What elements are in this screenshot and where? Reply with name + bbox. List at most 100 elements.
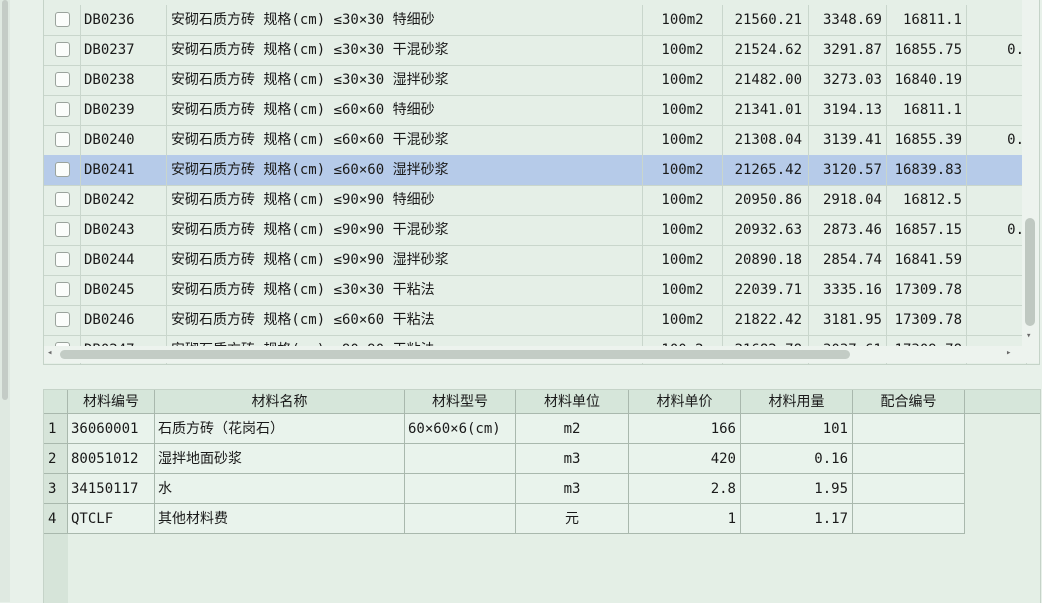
checkbox[interactable] (55, 282, 70, 297)
mix-code[interactable] (853, 414, 965, 444)
quota-machine-cost (967, 185, 1027, 215)
row-checkbox-cell[interactable] (44, 95, 81, 125)
checkbox[interactable] (55, 312, 70, 327)
material-quantity[interactable]: 0.16 (741, 444, 853, 474)
row-checkbox-cell[interactable] (44, 185, 81, 215)
quota-code: DB0246 (81, 305, 167, 335)
material-price[interactable]: 166 (629, 414, 741, 444)
quota-name: 安砌石质方砖 规格(cm) ≤30×30 特细砂 (167, 5, 643, 35)
quota-row[interactable]: DB0244 安砌石质方砖 规格(cm) ≤90×90 湿拌砂浆 100m2 2… (44, 245, 1027, 276)
row-checkbox-cell[interactable] (44, 155, 81, 185)
quota-base-price: 21308.04 (723, 125, 809, 155)
material-name[interactable]: 石质方砖（花岗石） (155, 414, 405, 444)
horizontal-scrollbar[interactable]: ◂ ▸ (44, 346, 1022, 363)
quota-material-cost: 16840.19 (887, 65, 967, 95)
quota-name: 安砌石质方砖 规格(cm) ≤90×90 特细砂 (167, 185, 643, 215)
material-name[interactable]: 湿拌地面砂浆 (155, 444, 405, 474)
header-material-code[interactable]: 材料编号 (68, 390, 155, 414)
material-unit[interactable]: 元 (516, 504, 629, 534)
header-material-unit[interactable]: 材料单位 (516, 390, 629, 414)
horizontal-scroll-thumb[interactable] (60, 350, 850, 359)
row-index: 3 (44, 474, 68, 504)
checkbox[interactable] (55, 222, 70, 237)
material-grid: 材料编号 材料名称 材料型号 材料单位 材料单价 材料用量 配合编号 1 360… (43, 389, 1041, 603)
quota-base-price: 21560.21 (723, 5, 809, 35)
material-price[interactable]: 1 (629, 504, 741, 534)
quota-unit: 100m2 (643, 5, 723, 35)
quota-grid: DB0236 安砌石质方砖 规格(cm) ≤30×30 特细砂 100m2 21… (43, 0, 1040, 365)
material-quantity[interactable]: 1.95 (741, 474, 853, 504)
material-code[interactable]: 34150117 (68, 474, 155, 504)
material-unit[interactable]: m3 (516, 444, 629, 474)
quota-row[interactable]: DB0239 安砌石质方砖 规格(cm) ≤60×60 特细砂 100m2 21… (44, 95, 1027, 126)
quota-row[interactable]: DB0242 安砌石质方砖 规格(cm) ≤90×90 特细砂 100m2 20… (44, 185, 1027, 216)
material-model[interactable] (405, 504, 516, 534)
mix-code[interactable] (853, 504, 965, 534)
quota-machine-cost (967, 305, 1027, 335)
material-name[interactable]: 其他材料费 (155, 504, 405, 534)
left-scroll-thumb[interactable] (2, 0, 8, 400)
header-mix-code[interactable]: 配合编号 (853, 390, 965, 414)
checkbox[interactable] (55, 102, 70, 117)
row-checkbox-cell[interactable] (44, 305, 81, 335)
material-name[interactable]: 水 (155, 474, 405, 504)
quota-row[interactable]: DB0245 安砌石质方砖 规格(cm) ≤30×30 干粘法 100m2 22… (44, 275, 1027, 306)
mix-code[interactable] (853, 474, 965, 504)
quota-unit: 100m2 (643, 95, 723, 125)
row-checkbox-cell[interactable] (44, 215, 81, 245)
material-code[interactable]: 80051012 (68, 444, 155, 474)
mix-code[interactable] (853, 444, 965, 474)
row-checkbox-cell[interactable] (44, 275, 81, 305)
scroll-left-arrow-icon[interactable]: ◂ (47, 348, 52, 358)
header-material-model[interactable]: 材料型号 (405, 390, 516, 414)
material-unit[interactable]: m3 (516, 474, 629, 504)
checkbox[interactable] (55, 252, 70, 267)
checkbox[interactable] (55, 162, 70, 177)
header-material-name[interactable]: 材料名称 (155, 390, 405, 414)
left-scroll-rail[interactable] (0, 0, 10, 602)
row-checkbox-cell[interactable] (44, 245, 81, 275)
checkbox[interactable] (55, 42, 70, 57)
material-price[interactable]: 2.8 (629, 474, 741, 504)
scroll-down-arrow-icon[interactable]: ▾ (1026, 331, 1031, 341)
checkbox[interactable] (55, 72, 70, 87)
quota-row[interactable]: DB0236 安砌石质方砖 规格(cm) ≤30×30 特细砂 100m2 21… (44, 5, 1027, 36)
row-checkbox-cell[interactable] (44, 35, 81, 65)
quota-code: DB0242 (81, 185, 167, 215)
checkbox[interactable] (55, 132, 70, 147)
quota-labor-cost: 3348.69 (809, 5, 887, 35)
material-unit[interactable]: m2 (516, 414, 629, 444)
quota-row[interactable]: DB0246 安砌石质方砖 规格(cm) ≤60×60 干粘法 100m2 21… (44, 305, 1027, 336)
material-quantity[interactable]: 1.17 (741, 504, 853, 534)
quota-unit: 100m2 (643, 215, 723, 245)
checkbox[interactable] (55, 12, 70, 27)
header-material-quantity[interactable]: 材料用量 (741, 390, 853, 414)
material-code[interactable]: 36060001 (68, 414, 155, 444)
material-model[interactable]: 60×60×6(cm) (405, 414, 516, 444)
quota-labor-cost: 3273.03 (809, 65, 887, 95)
checkbox[interactable] (55, 192, 70, 207)
material-code[interactable]: QTCLF (68, 504, 155, 534)
quota-row[interactable]: DB0243 安砌石质方砖 规格(cm) ≤90×90 干混砂浆 100m2 2… (44, 215, 1027, 246)
row-checkbox-cell[interactable] (44, 5, 81, 35)
material-quantity[interactable]: 101 (741, 414, 853, 444)
quota-base-price: 21822.42 (723, 305, 809, 335)
vertical-scrollbar[interactable]: ▾ (1022, 0, 1039, 346)
material-price[interactable]: 420 (629, 444, 741, 474)
quota-material-cost: 16855.75 (887, 35, 967, 65)
vertical-scroll-thumb[interactable] (1025, 218, 1035, 326)
quota-material-cost: 16839.83 (887, 155, 967, 185)
quota-material-cost: 16855.39 (887, 125, 967, 155)
quota-base-price: 21341.01 (723, 95, 809, 125)
material-model[interactable] (405, 474, 516, 504)
scroll-right-arrow-icon[interactable]: ▸ (1006, 348, 1011, 358)
header-material-price[interactable]: 材料单价 (629, 390, 741, 414)
row-checkbox-cell[interactable] (44, 65, 81, 95)
quota-labor-cost: 3335.16 (809, 275, 887, 305)
quota-row[interactable]: DB0240 安砌石质方砖 规格(cm) ≤60×60 干混砂浆 100m2 2… (44, 125, 1027, 156)
row-checkbox-cell[interactable] (44, 125, 81, 155)
quota-row[interactable]: DB0238 安砌石质方砖 规格(cm) ≤30×30 湿拌砂浆 100m2 2… (44, 65, 1027, 96)
material-model[interactable] (405, 444, 516, 474)
quota-row-selected[interactable]: DB0241 安砌石质方砖 规格(cm) ≤60×60 湿拌砂浆 100m2 2… (44, 155, 1027, 186)
quota-row[interactable]: DB0237 安砌石质方砖 规格(cm) ≤30×30 干混砂浆 100m2 2… (44, 35, 1027, 66)
